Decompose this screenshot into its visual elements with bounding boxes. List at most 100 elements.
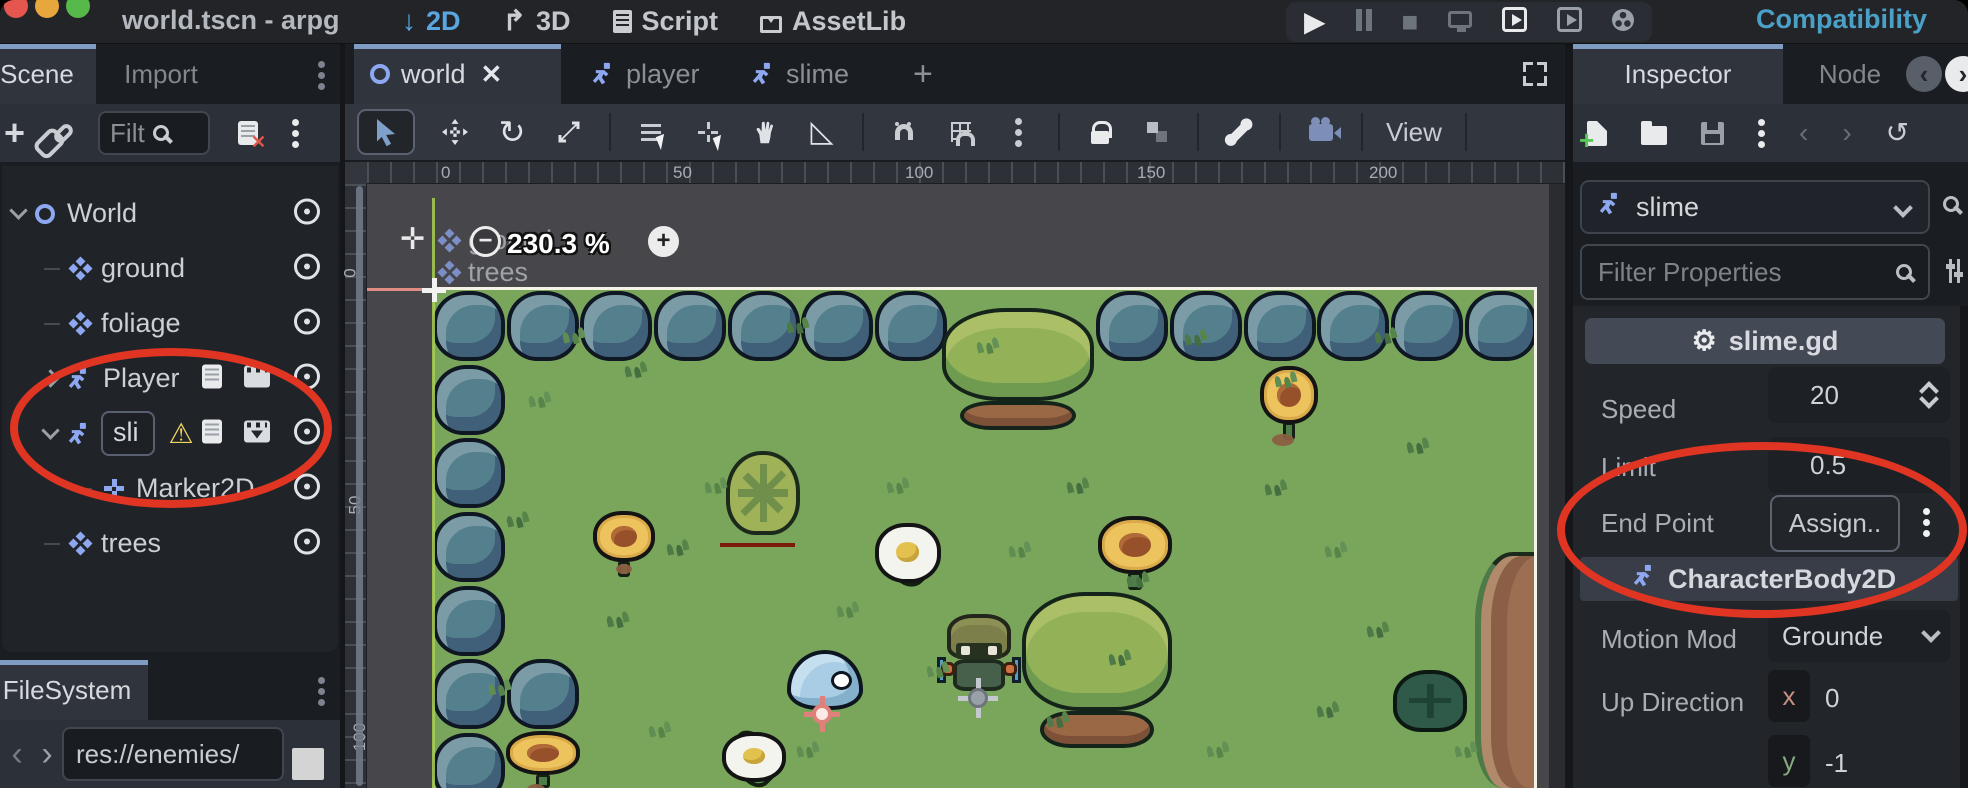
play-button[interactable]: ▶	[1304, 8, 1326, 36]
tab-import[interactable]: Import	[106, 44, 216, 104]
tool-camera-override[interactable]	[1304, 109, 1338, 155]
tool-scale[interactable]	[552, 109, 586, 155]
scene-dock-menu-icon[interactable]	[318, 61, 325, 90]
scene-instance-down-badge[interactable]	[244, 420, 270, 447]
inspector-scrollbar[interactable]	[1960, 306, 1968, 788]
scene-tree-sli-node[interactable]: sli ⚠	[2, 406, 338, 461]
node-selector-dropdown[interactable]: slime	[1580, 180, 1930, 234]
edit-back-icon[interactable]: ‹	[1799, 119, 1808, 147]
filter-properties-input[interactable]: Filter Properties	[1580, 244, 1930, 300]
edit-forward-icon[interactable]: ›	[1842, 119, 1851, 147]
tool-rotate[interactable]: ↻	[495, 109, 529, 155]
visibility-toggle[interactable]	[294, 528, 320, 559]
tool-smart-snap[interactable]	[887, 109, 921, 155]
close-icon[interactable]: ✕	[481, 59, 503, 90]
play-scene-button[interactable]	[1502, 7, 1527, 37]
scene-tab-slime[interactable]: slime	[735, 44, 875, 104]
section-character-body[interactable]: CharacterBody2D	[1580, 557, 1958, 601]
tree-collapse-icon[interactable]	[41, 421, 59, 439]
detach-script-icon[interactable]	[238, 121, 258, 145]
tool-menu-dots[interactable]	[1001, 109, 1035, 155]
node-rename-input[interactable]: sli	[101, 411, 155, 456]
scene-tab-player[interactable]: player	[575, 44, 715, 104]
zoom-in-button[interactable]: +	[648, 226, 679, 257]
save-resource-icon[interactable]	[1701, 122, 1724, 145]
viewport-vertical-scrollbar[interactable]	[356, 186, 363, 786]
screen-button-assetlib[interactable]: AssetLib	[760, 6, 906, 37]
scene-tree-ground-node[interactable]: ground	[2, 241, 338, 296]
tool-move[interactable]	[438, 109, 472, 155]
viewport-right-scroll-track[interactable]	[1549, 184, 1565, 788]
movie-mode-button[interactable]	[1612, 9, 1634, 36]
scene-tree-world-node[interactable]: World	[2, 186, 338, 241]
scene-tree-player-node[interactable]: Player	[2, 351, 338, 406]
history-forward-icon[interactable]: ›	[1945, 56, 1968, 92]
new-resource-icon[interactable]	[1587, 121, 1607, 146]
script-heading[interactable]: ⚙ slime.gd	[1585, 318, 1945, 364]
add-node-icon[interactable]: +	[4, 115, 25, 151]
center-view-icon[interactable]: ✛	[400, 222, 425, 257]
scene-tree-foliage-node[interactable]: foliage	[2, 296, 338, 351]
play-custom-scene-button[interactable]	[1557, 7, 1582, 37]
resource-menu-icon[interactable]	[1758, 119, 1765, 148]
script-badge[interactable]	[202, 364, 222, 393]
tool-snap-target[interactable]	[691, 109, 725, 155]
tool-measure[interactable]: ◺	[805, 109, 839, 155]
tab-scene[interactable]: Scene	[0, 44, 96, 104]
new-scene-tab-button[interactable]: +	[897, 44, 947, 104]
traffic-light-zoom[interactable]	[66, 0, 90, 18]
scene-instance-badge[interactable]	[244, 365, 270, 392]
remote-debug-button[interactable]	[1448, 11, 1472, 33]
instance-scene-icon[interactable]	[52, 121, 76, 145]
up-direction-x-value[interactable]: 0	[1825, 683, 1839, 714]
spinner-icon[interactable]	[1920, 382, 1936, 408]
script-badge[interactable]	[202, 419, 222, 448]
tab-filesystem[interactable]: FileSystem	[0, 660, 148, 720]
visibility-toggle[interactable]	[294, 363, 320, 394]
motion-mode-dropdown[interactable]: Grounde	[1768, 610, 1950, 662]
screen-button-2d[interactable]: ↓2D	[402, 6, 461, 37]
warning-icon[interactable]: ⚠	[169, 420, 194, 448]
tool-lock[interactable]	[1083, 109, 1117, 155]
fs-forward-icon[interactable]: ›	[32, 735, 62, 774]
traffic-light-minimize[interactable]	[35, 0, 59, 18]
stop-button[interactable]: ■	[1402, 8, 1419, 36]
viewport-canvas[interactable]: ground trees ✛ − 230.3 % +	[367, 184, 1565, 788]
object-history-icon[interactable]: ↺	[1886, 119, 1909, 147]
scene-filter-input[interactable]: Filt	[98, 111, 210, 155]
scene-tree-marker2d-node[interactable]: Marker2D	[2, 461, 338, 516]
screen-button-3d[interactable]: ↱3D	[503, 6, 571, 37]
ruler-top[interactable]: 050100150200	[367, 162, 1565, 184]
tool-list-select[interactable]	[634, 109, 668, 155]
visibility-toggle[interactable]	[294, 308, 320, 339]
history-back-icon[interactable]: ‹	[1906, 56, 1942, 92]
visibility-toggle[interactable]	[294, 198, 320, 229]
view-menu[interactable]: View	[1386, 117, 1442, 148]
zoom-reset-button[interactable]: 230.3 %	[507, 228, 610, 260]
up-direction-y-value[interactable]: -1	[1825, 748, 1848, 779]
viewport-2d[interactable]: 050100150200 050100 ground trees	[345, 162, 1565, 788]
scene-toolbar-menu-icon[interactable]	[292, 119, 299, 148]
visibility-toggle[interactable]	[294, 473, 320, 504]
screen-button-script[interactable]: Script	[613, 6, 719, 37]
end-point-menu-icon[interactable]	[1923, 508, 1930, 537]
end-point-assign-button[interactable]: Assign..	[1770, 495, 1900, 552]
tool-select[interactable]	[357, 109, 415, 155]
fs-toggle-split-icon[interactable]	[292, 748, 324, 780]
load-resource-icon[interactable]	[1641, 126, 1667, 145]
pause-button[interactable]	[1356, 9, 1372, 36]
traffic-light-close[interactable]	[4, 0, 28, 18]
limit-value-field[interactable]: 0.5	[1768, 437, 1950, 493]
speed-value-field[interactable]: 20	[1768, 367, 1950, 423]
scene-tree-trees-node[interactable]: trees	[2, 516, 338, 571]
expand-viewport-icon[interactable]	[1523, 62, 1547, 86]
fs-back-icon[interactable]: ‹	[2, 735, 32, 774]
tool-pan[interactable]	[748, 109, 782, 155]
tool-group[interactable]	[1140, 109, 1174, 155]
property-tools-icon[interactable]	[1945, 259, 1963, 283]
zoom-out-button[interactable]: −	[470, 226, 501, 257]
tree-expand-icon[interactable]	[41, 369, 59, 387]
visibility-toggle[interactable]	[294, 253, 320, 284]
tool-bone[interactable]	[1222, 109, 1256, 155]
tree-collapse-icon[interactable]	[9, 201, 27, 219]
